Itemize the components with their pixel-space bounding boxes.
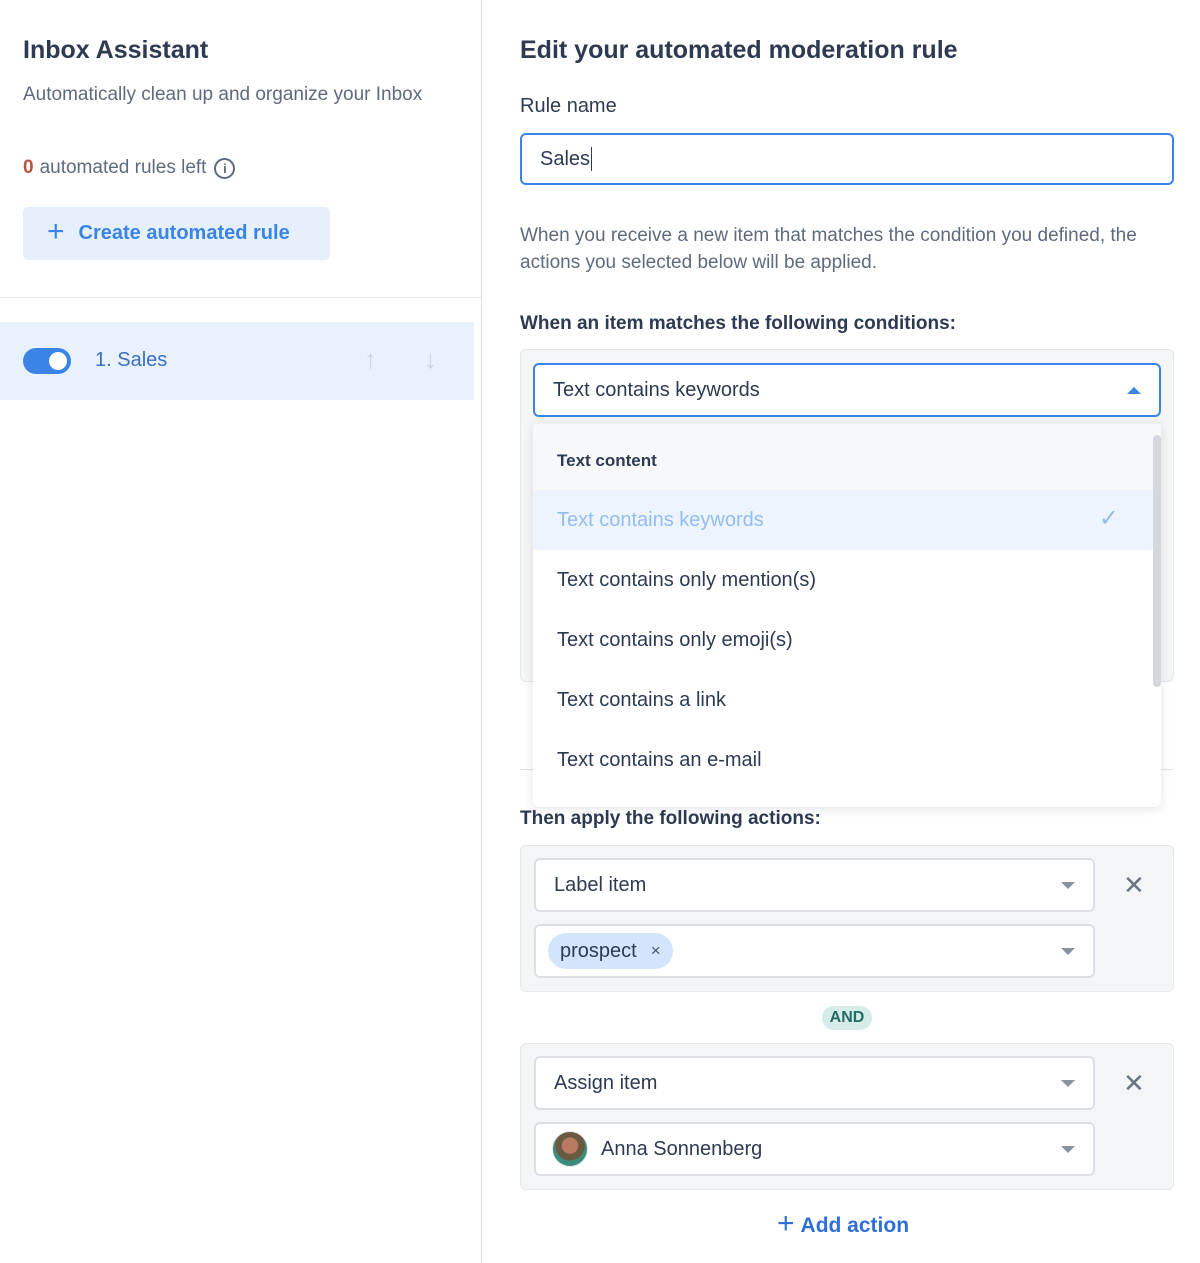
dropdown-scrollbar[interactable] (1153, 435, 1161, 687)
action-type-value: Assign item (554, 1071, 658, 1094)
dropdown-option[interactable]: Text contains an e-mail (533, 730, 1161, 790)
caret-down-icon (1061, 1080, 1075, 1087)
rule-list-item[interactable]: 1. Sales ↑ ↓ (0, 322, 474, 400)
create-automated-rule-button[interactable]: + Create automated rule (23, 207, 330, 260)
chip-remove-icon[interactable]: × (651, 941, 661, 961)
rules-left-status: 0 automated rules left i (23, 157, 236, 179)
add-action-button[interactable]: + Add action (777, 1207, 910, 1240)
chip-label: prospect (560, 939, 637, 962)
remove-action-close-icon[interactable]: ✕ (1123, 1068, 1145, 1099)
editor-title: Edit your automated moderation rule (520, 36, 958, 64)
plus-icon: + (47, 215, 65, 248)
label-select[interactable]: prospect × (534, 924, 1095, 978)
option-label: Text contains a link (557, 688, 726, 711)
rules-left-text: automated rules left (39, 157, 207, 178)
assignee-name: Anna Sonnenberg (601, 1137, 763, 1160)
sidebar: Inbox Assistant Automatically clean up a… (0, 0, 482, 1263)
plus-icon: + (777, 1207, 795, 1240)
condition-dropdown-menu: Text content Text contains keywords ✓ Te… (533, 423, 1161, 807)
option-label: Text contains only mention(s) (557, 568, 817, 591)
check-icon: ✓ (1098, 505, 1119, 532)
dropdown-option[interactable]: Text contains keywords ✓ (533, 490, 1161, 550)
actions-heading: Then apply the following actions: (520, 808, 821, 829)
caret-down-icon (1061, 1146, 1075, 1153)
conditions-heading: When an item matches the following condi… (520, 313, 956, 334)
option-label: Text contains keywords (557, 508, 764, 531)
avatar (552, 1131, 588, 1167)
caret-down-icon (1061, 882, 1075, 889)
text-caret (591, 147, 593, 171)
label-chip: prospect × (548, 933, 673, 969)
sidebar-title: Inbox Assistant (23, 36, 209, 64)
move-down-arrow-icon[interactable]: ↓ (424, 344, 437, 375)
rule-name-value: Sales (540, 147, 591, 170)
caret-up-icon (1127, 387, 1141, 394)
rule-name-label: Rule name (520, 95, 617, 117)
dropdown-group-label: Text content (533, 423, 1161, 490)
dropdown-option[interactable]: Text contains only mention(s) (533, 550, 1161, 610)
option-label: Text contains only emoji(s) (557, 628, 793, 651)
rule-enabled-toggle[interactable] (23, 348, 71, 374)
assignee-select[interactable]: Anna Sonnenberg (534, 1122, 1095, 1176)
and-badge: AND (822, 1006, 872, 1030)
add-action-label: Add action (800, 1213, 910, 1237)
remove-action-close-icon[interactable]: ✕ (1123, 870, 1145, 901)
rule-name[interactable]: 1. Sales (95, 349, 167, 372)
create-button-label: Create automated rule (78, 222, 290, 244)
action-type-select[interactable]: Label item (534, 858, 1095, 912)
rule-name-input[interactable]: Sales (520, 133, 1174, 185)
editor-description: When you receive a new item that matches… (520, 225, 1137, 273)
caret-down-icon (1061, 948, 1075, 955)
action-card: Assign item ✕ Anna Sonnenberg (520, 1043, 1174, 1190)
dropdown-option[interactable]: Text contains only emoji(s) (533, 610, 1161, 670)
info-icon[interactable]: i (214, 157, 236, 179)
option-label: Text contains an e-mail (557, 748, 762, 771)
condition-select[interactable]: Text contains keywords (533, 363, 1161, 417)
toggle-knob (49, 352, 67, 370)
dropdown-option[interactable]: Text contains a link (533, 670, 1161, 730)
rules-left-count: 0 (23, 157, 34, 178)
rule-editor: Edit your automated moderation rule Rule… (483, 0, 1200, 1263)
action-type-select[interactable]: Assign item (534, 1056, 1095, 1110)
condition-select-value: Text contains keywords (553, 378, 760, 401)
sidebar-subtitle: Automatically clean up and organize your… (23, 84, 423, 105)
divider (0, 297, 482, 298)
action-card: Label item ✕ prospect × (520, 845, 1174, 992)
action-type-value: Label item (554, 873, 647, 896)
move-up-arrow-icon[interactable]: ↑ (364, 344, 377, 375)
